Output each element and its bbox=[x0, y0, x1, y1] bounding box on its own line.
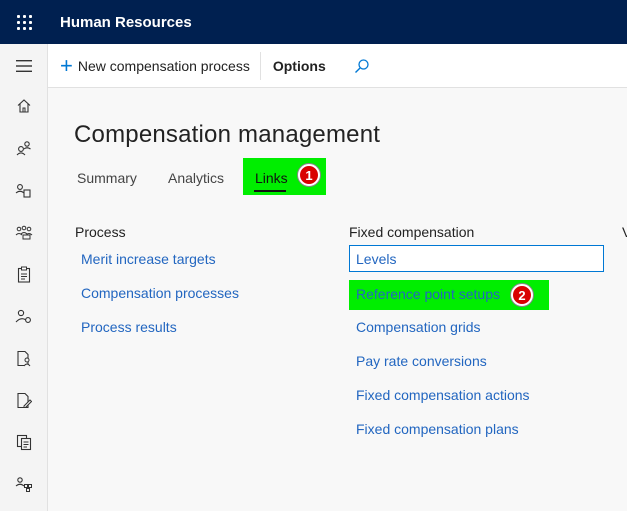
plus-icon: + bbox=[60, 52, 73, 78]
action-pane: + New compensation process Options bbox=[48, 44, 627, 88]
link-merit-increase-targets[interactable]: Merit increase targets bbox=[81, 251, 216, 267]
hamburger-icon[interactable] bbox=[0, 49, 48, 83]
third-column-header-partial: V bbox=[622, 224, 627, 240]
selected-tab-indicator bbox=[254, 190, 286, 192]
link-fixed-compensation-plans[interactable]: Fixed compensation plans bbox=[356, 421, 519, 437]
link-fixed-compensation-actions[interactable]: Fixed compensation actions bbox=[356, 387, 530, 403]
document-edit-icon[interactable] bbox=[0, 383, 48, 417]
page-title: Compensation management bbox=[74, 121, 381, 148]
link-compensation-processes[interactable]: Compensation processes bbox=[81, 285, 239, 301]
link-levels[interactable]: Levels bbox=[356, 251, 396, 267]
link-process-results[interactable]: Process results bbox=[81, 319, 177, 335]
top-bar: Human Resources bbox=[0, 0, 627, 44]
clipboard-icon[interactable] bbox=[0, 257, 48, 291]
process-header: Process bbox=[75, 224, 126, 240]
link-compensation-grids[interactable]: Compensation grids bbox=[356, 319, 481, 335]
team-icon[interactable] bbox=[0, 215, 48, 249]
tab-links[interactable]: Links bbox=[255, 170, 288, 186]
new-compensation-process-label: New compensation process bbox=[77, 57, 250, 74]
search-icon[interactable] bbox=[354, 58, 370, 74]
people-icon[interactable] bbox=[0, 131, 48, 165]
options-button[interactable]: Options bbox=[261, 58, 338, 74]
tab-analytics[interactable]: Analytics bbox=[168, 170, 224, 186]
org-chart-icon[interactable] bbox=[0, 467, 48, 501]
link-reference-point-setups[interactable]: Reference point setups bbox=[356, 286, 500, 302]
annotation-badge-1: 1 bbox=[298, 164, 320, 186]
app-launcher-waffle-icon[interactable] bbox=[0, 0, 48, 44]
person-settings-icon[interactable] bbox=[0, 299, 48, 333]
fixed-compensation-header: Fixed compensation bbox=[349, 224, 475, 240]
document-person-icon[interactable] bbox=[0, 341, 48, 375]
annotation-badge-2: 2 bbox=[511, 284, 533, 306]
documents-icon[interactable] bbox=[0, 425, 48, 459]
home-icon[interactable] bbox=[0, 89, 48, 123]
tab-summary[interactable]: Summary bbox=[77, 170, 137, 186]
new-compensation-process-button[interactable]: + New compensation process bbox=[48, 44, 260, 88]
app-title: Human Resources bbox=[60, 13, 192, 31]
person-document-icon[interactable] bbox=[0, 173, 48, 207]
link-pay-rate-conversions[interactable]: Pay rate conversions bbox=[356, 353, 487, 369]
left-nav-pane bbox=[0, 44, 48, 511]
